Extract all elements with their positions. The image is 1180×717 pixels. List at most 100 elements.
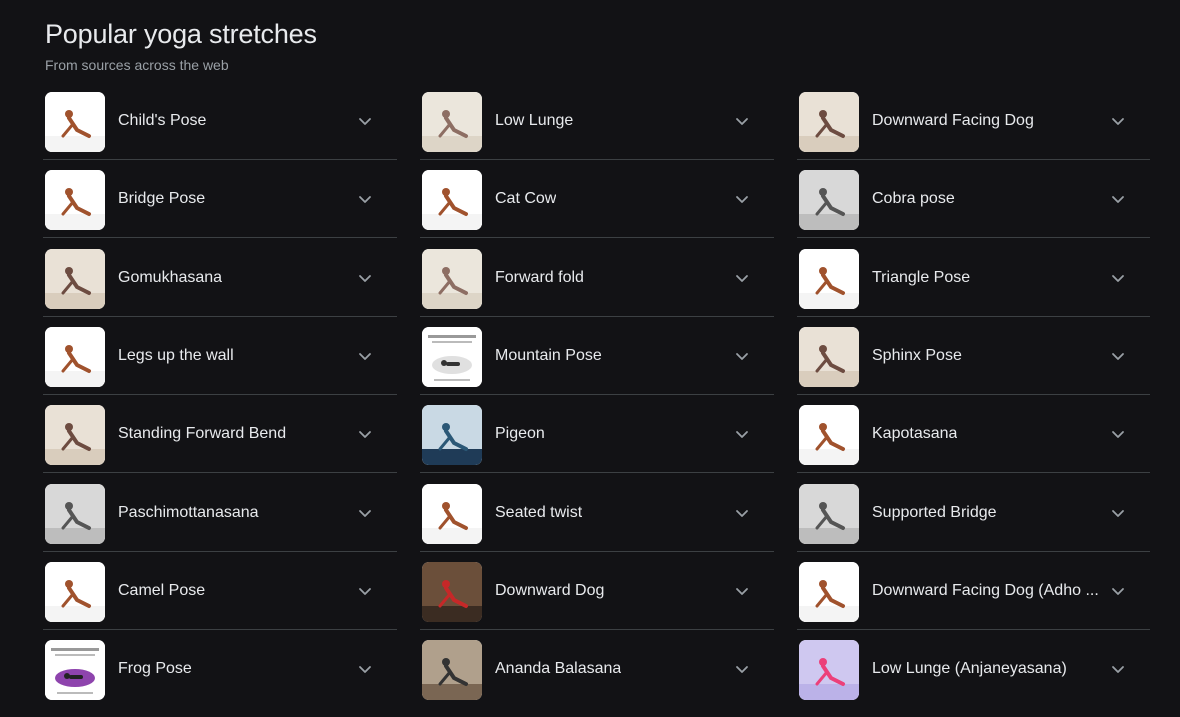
chevron-down-icon[interactable]	[357, 505, 373, 521]
chevron-down-icon[interactable]	[734, 113, 750, 129]
chevron-down-icon[interactable]	[1110, 426, 1126, 442]
stretch-item[interactable]: Downward Facing Dog (Adho ...	[797, 552, 1150, 630]
stretch-item-label: Low Lunge	[495, 112, 574, 129]
pose-photo-icon	[422, 170, 482, 230]
stretch-item[interactable]: Downward Facing Dog	[797, 82, 1150, 160]
stretch-item[interactable]: Low Lunge	[420, 82, 774, 160]
chevron-down-icon[interactable]	[734, 191, 750, 207]
stretch-item[interactable]: Child's Pose	[43, 82, 397, 160]
stretch-item-label: Child's Pose	[118, 112, 207, 129]
divider	[420, 472, 774, 473]
pose-photo-icon	[422, 249, 482, 309]
stretch-item-label: Downward Facing Dog	[872, 112, 1034, 129]
stretch-item[interactable]: Cat Cow	[420, 160, 774, 238]
divider	[797, 237, 1150, 238]
stretch-item[interactable]: Legs up the wall	[43, 317, 397, 395]
divider	[797, 472, 1150, 473]
stretch-item[interactable]: Low Lunge (Anjaneyasana)	[799, 630, 1150, 708]
pose-photo-icon	[799, 327, 859, 387]
chevron-down-icon[interactable]	[734, 426, 750, 442]
stretch-item-label: Low Lunge (Anjaneyasana)	[872, 660, 1067, 677]
pose-diagram-icon	[45, 640, 105, 700]
pose-photo-icon	[45, 249, 105, 309]
stretch-item-label: Triangle Pose	[872, 269, 971, 286]
chevron-down-icon[interactable]	[734, 348, 750, 364]
stretch-item-label: Sphinx Pose	[872, 347, 962, 364]
pose-photo-icon	[799, 170, 859, 230]
stretch-item-label: Mountain Pose	[495, 347, 602, 364]
stretch-item-label: Cobra pose	[872, 190, 955, 207]
stretch-item[interactable]: Cobra pose	[797, 160, 1150, 238]
pose-photo-icon	[422, 405, 482, 465]
chevron-down-icon[interactable]	[357, 583, 373, 599]
stretch-item[interactable]: Pigeon	[420, 395, 774, 473]
pose-photo-icon	[422, 640, 482, 700]
stretch-item[interactable]: Camel Pose	[43, 552, 397, 630]
stretch-item-label: Seated twist	[495, 504, 583, 521]
stretch-item[interactable]: Standing Forward Bend	[43, 395, 397, 473]
yoga-stretches-panel: Popular yoga stretches From sources acro…	[0, 0, 1180, 717]
stretch-item-label: Forward fold	[495, 269, 584, 286]
pose-photo-icon	[45, 327, 105, 387]
stretch-item[interactable]: Gomukhasana	[43, 239, 397, 317]
stretch-item-label: Cat Cow	[495, 190, 557, 207]
pose-photo-icon	[45, 92, 105, 152]
stretch-item-label: Bridge Pose	[118, 190, 206, 207]
stretch-item-label: Paschimottanasana	[118, 504, 259, 521]
page-subtitle: From sources across the web	[45, 57, 229, 73]
pose-photo-icon	[799, 405, 859, 465]
chevron-down-icon[interactable]	[1110, 505, 1126, 521]
stretch-item[interactable]: Supported Bridge	[797, 474, 1150, 552]
stretch-item-label: Supported Bridge	[872, 504, 997, 521]
pose-photo-icon	[45, 405, 105, 465]
stretch-item[interactable]: Forward fold	[420, 239, 774, 317]
pose-photo-icon	[422, 92, 482, 152]
chevron-down-icon[interactable]	[357, 348, 373, 364]
stretch-item[interactable]: Mountain Pose	[420, 317, 774, 395]
stretch-item[interactable]: Kapotasana	[797, 395, 1150, 473]
chevron-down-icon[interactable]	[734, 505, 750, 521]
chevron-down-icon[interactable]	[357, 661, 373, 677]
stretch-grid: Child's Pose Bridge Pose Gomukhasana Legs u…	[0, 82, 1180, 717]
chevron-down-icon[interactable]	[1110, 191, 1126, 207]
chevron-down-icon[interactable]	[1110, 270, 1126, 286]
chevron-down-icon[interactable]	[1110, 113, 1126, 129]
stretch-item-label: Kapotasana	[872, 425, 958, 442]
pose-photo-icon	[799, 484, 859, 544]
chevron-down-icon[interactable]	[357, 191, 373, 207]
chevron-down-icon[interactable]	[734, 661, 750, 677]
stretch-item-label: Downward Facing Dog (Adho ...	[872, 582, 1099, 599]
chevron-down-icon[interactable]	[357, 426, 373, 442]
stretch-item-label: Pigeon	[495, 425, 545, 442]
chevron-down-icon[interactable]	[1110, 583, 1126, 599]
divider	[43, 237, 397, 238]
chevron-down-icon[interactable]	[357, 113, 373, 129]
stretch-item[interactable]: Sphinx Pose	[797, 317, 1150, 395]
chevron-down-icon[interactable]	[734, 583, 750, 599]
chevron-down-icon[interactable]	[1110, 348, 1126, 364]
stretch-item[interactable]: Downward Dog	[420, 552, 774, 630]
chevron-down-icon[interactable]	[1110, 661, 1126, 677]
chevron-down-icon[interactable]	[357, 270, 373, 286]
chevron-down-icon[interactable]	[734, 270, 750, 286]
stretch-item-label: Gomukhasana	[118, 269, 223, 286]
stretch-item-label: Downward Dog	[495, 582, 605, 599]
stretch-item[interactable]: Frog Pose	[45, 630, 397, 708]
stretch-item[interactable]: Seated twist	[420, 474, 774, 552]
page-title: Popular yoga stretches	[45, 19, 317, 49]
pose-photo-icon	[45, 562, 105, 622]
pose-photo-icon	[799, 92, 859, 152]
stretch-item-label: Ananda Balasana	[495, 660, 622, 677]
divider	[420, 237, 774, 238]
stretch-item[interactable]: Ananda Balasana	[422, 630, 774, 708]
stretch-item[interactable]: Paschimottanasana	[43, 474, 397, 552]
stretch-item-label: Camel Pose	[118, 582, 206, 599]
stretch-item[interactable]: Bridge Pose	[43, 160, 397, 238]
pose-photo-icon	[422, 484, 482, 544]
pose-photo-icon	[799, 562, 859, 622]
pose-photo-icon	[45, 484, 105, 544]
stretch-item[interactable]: Triangle Pose	[797, 239, 1150, 317]
stretch-item-label: Standing Forward Bend	[118, 425, 287, 442]
divider	[43, 472, 397, 473]
pose-photo-icon	[799, 249, 859, 309]
